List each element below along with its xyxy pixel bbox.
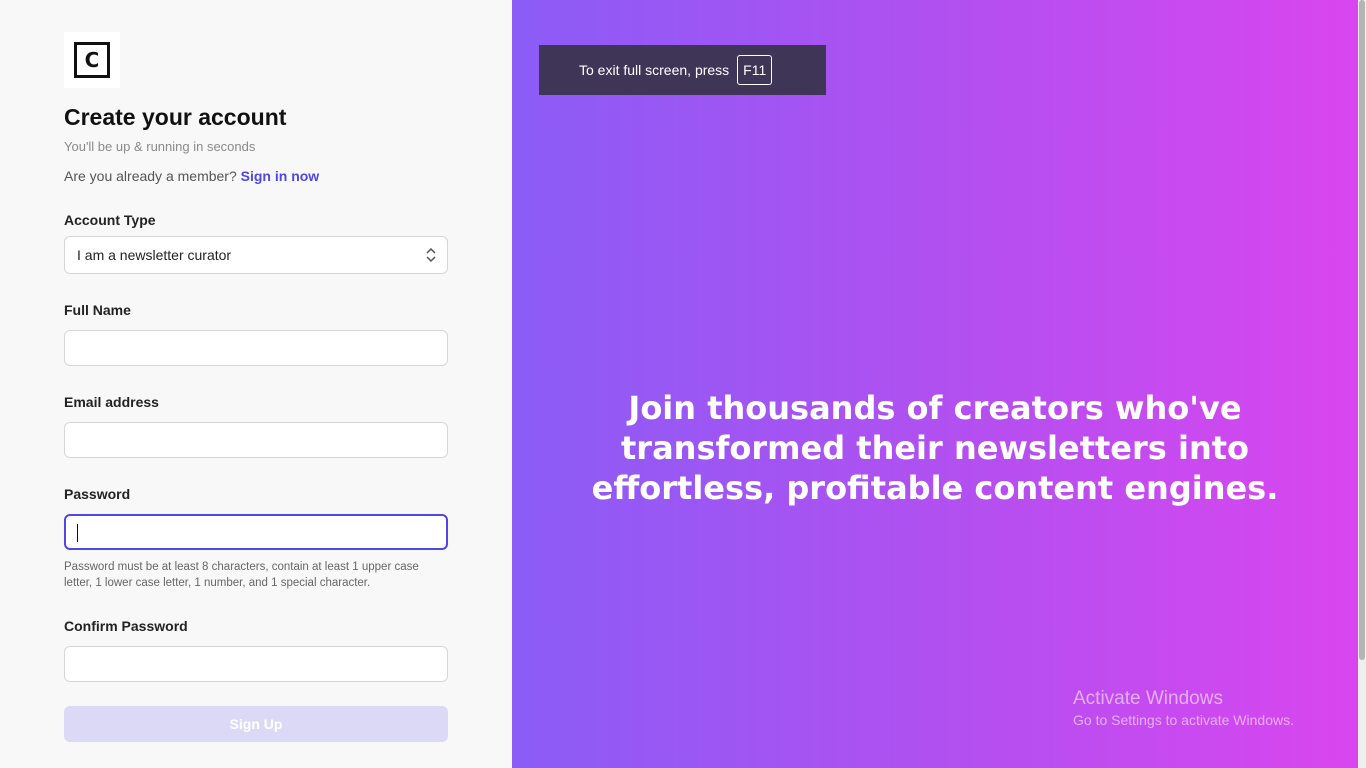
sign-in-link[interactable]: Sign in now bbox=[241, 168, 320, 184]
hero-panel: To exit full screen, press F11 Join thou… bbox=[512, 0, 1358, 768]
member-prompt-text: Are you already a member? bbox=[64, 168, 237, 184]
page-title: Create your account bbox=[64, 104, 287, 130]
text-caret bbox=[77, 524, 78, 542]
full-name-label: Full Name bbox=[64, 302, 131, 318]
full-name-field[interactable] bbox=[64, 330, 448, 366]
confirm-password-field[interactable] bbox=[64, 646, 448, 682]
member-prompt: Are you already a member? Sign in now bbox=[64, 168, 319, 184]
watermark-subtitle: Go to Settings to activate Windows. bbox=[1073, 712, 1294, 728]
page-scrollbar[interactable] bbox=[1358, 0, 1366, 768]
scrollbar-thumb[interactable] bbox=[1359, 0, 1365, 660]
account-type-value: I am a newsletter curator bbox=[77, 247, 232, 263]
email-label: Email address bbox=[64, 394, 159, 410]
sign-up-button[interactable]: Sign Up bbox=[64, 706, 448, 742]
chevron-updown-icon bbox=[426, 247, 436, 263]
password-field[interactable] bbox=[64, 514, 448, 550]
logo-mark: C bbox=[74, 42, 110, 78]
watermark-title: Activate Windows bbox=[1073, 688, 1223, 709]
email-field[interactable] bbox=[64, 422, 448, 458]
hero-headline: Join thousands of creators who've transf… bbox=[591, 389, 1279, 507]
account-type-label: Account Type bbox=[64, 212, 156, 228]
windows-activation-watermark: Activate Windows Go to Settings to activ… bbox=[1073, 688, 1294, 728]
password-hint: Password must be at least 8 characters, … bbox=[64, 561, 419, 589]
account-type-select[interactable]: I am a newsletter curator bbox=[64, 236, 448, 274]
confirm-password-label: Confirm Password bbox=[64, 618, 188, 634]
signup-panel: C Create your account You'll be up & run… bbox=[0, 0, 512, 768]
password-label: Password bbox=[64, 486, 131, 502]
fullscreen-notice-text: To exit full screen, press bbox=[579, 62, 730, 78]
page-subtitle: You'll be up & running in seconds bbox=[64, 139, 256, 154]
f11-key-badge: F11 bbox=[737, 55, 773, 85]
brand-logo: C bbox=[64, 32, 120, 88]
fullscreen-notice: To exit full screen, press F11 bbox=[539, 45, 826, 95]
